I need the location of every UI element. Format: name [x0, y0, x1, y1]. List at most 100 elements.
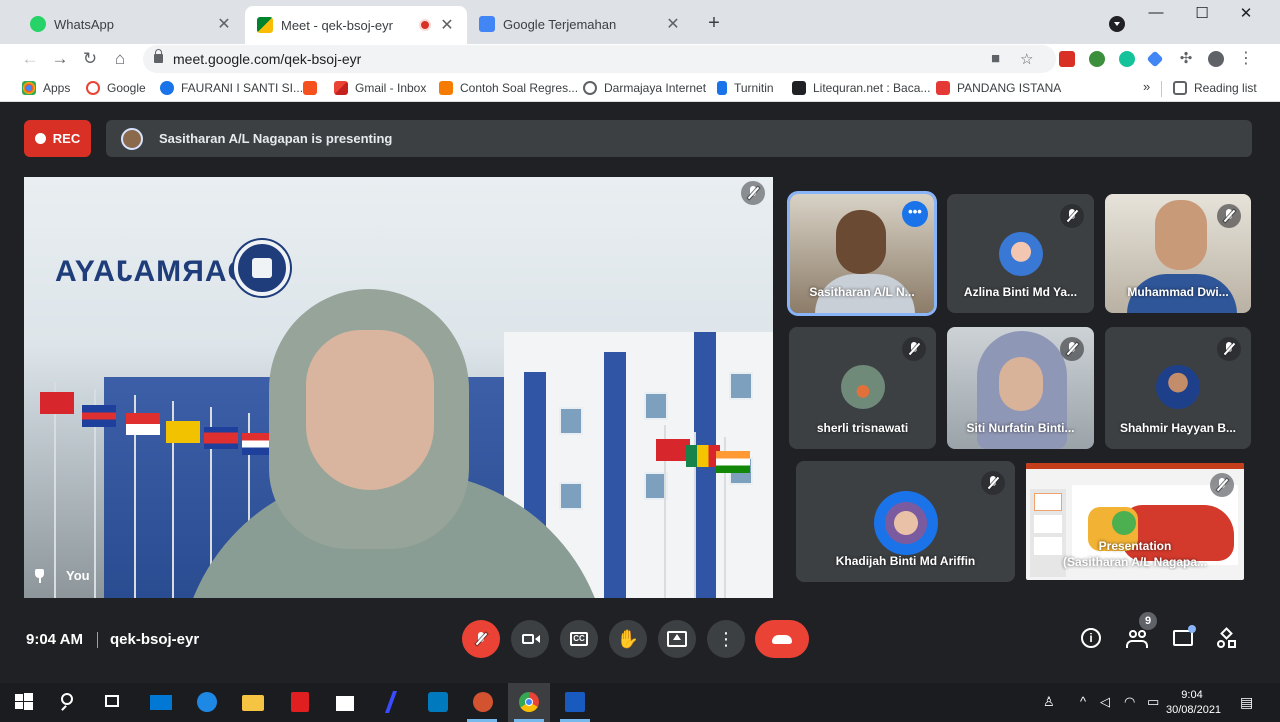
camera-icon[interactable]: ■ — [991, 50, 1000, 67]
divider — [1161, 81, 1162, 97]
puzzle-extensions-icon[interactable]: ✣ — [1174, 47, 1198, 71]
mic-off-icon — [902, 337, 926, 361]
pin-icon[interactable] — [34, 568, 45, 583]
self-video-tile[interactable]: DARMAJAYA — [24, 177, 773, 598]
system-clock[interactable]: 9:04 30/08/2021 — [1166, 688, 1221, 718]
mail-icon[interactable] — [150, 691, 172, 713]
camera-toggle-button[interactable] — [511, 620, 549, 658]
chevron-up-icon[interactable]: ^ — [1080, 694, 1086, 709]
close-tab-icon[interactable]: ✕ — [439, 15, 455, 35]
tab-google-translate[interactable]: Google Terjemahan ✕ — [467, 8, 693, 40]
search-icon[interactable] — [58, 691, 80, 713]
volume-icon[interactable]: ◁ — [1100, 694, 1110, 710]
presentation-tile[interactable]: Presentation (Sasitharan A/L Nagapa... — [1026, 463, 1244, 580]
mic-off-icon — [1210, 473, 1234, 497]
word-icon[interactable] — [564, 691, 586, 713]
people-tray-icon[interactable]: ♙ — [1043, 694, 1055, 710]
participant-avatar — [873, 491, 938, 555]
more-options-icon[interactable]: ••• — [902, 201, 928, 227]
url-text: meet.google.com/qek-bsoj-eyr — [173, 51, 362, 67]
participant-tile[interactable]: Khadijah Binti Md Ariffin — [796, 461, 1015, 582]
bookmark-faurani[interactable]: FAURANI I SANTI SI... — [160, 80, 303, 96]
participant-face — [1155, 200, 1207, 270]
reading-list-button[interactable]: Reading list — [1173, 80, 1257, 96]
whatsapp-icon — [30, 16, 46, 32]
new-tab-button[interactable]: + — [702, 12, 726, 35]
more-vert-icon: ⋮ — [717, 629, 735, 649]
reload-icon[interactable]: ↻ — [78, 47, 102, 71]
extension-icon[interactable] — [1059, 51, 1075, 67]
participant-tile[interactable]: ••• Sasitharan A/L N... — [790, 194, 934, 313]
more-options-button[interactable]: ⋮ — [707, 620, 745, 658]
darmajaya-logo: DARMAJAYA — [54, 237, 294, 307]
bookmark-litequran[interactable]: Litequran.net : Baca... — [792, 80, 930, 96]
bookmark-gmail[interactable]: Gmail - Inbox — [334, 80, 426, 96]
participant-tile[interactable]: Shahmir Hayyan B... — [1105, 327, 1251, 449]
participant-avatar — [998, 232, 1043, 276]
participant-tile[interactable]: Siti Nurfatin Binti... — [947, 327, 1094, 449]
edge-icon[interactable] — [196, 691, 218, 713]
minimize-button[interactable]: — — [1133, 4, 1179, 21]
participant-tile[interactable]: Azlina Binti Md Ya... — [947, 194, 1094, 313]
bookmark-darmajaya[interactable]: Darmajaya Internet — [583, 80, 706, 96]
meeting-details-button[interactable]: i — [1081, 628, 1103, 650]
menu-kebab-icon[interactable]: ⋮ — [1234, 47, 1258, 71]
activities-button[interactable] — [1216, 627, 1238, 650]
reading-list-icon — [1173, 81, 1187, 95]
mic-off-icon — [1217, 337, 1241, 361]
grammarly-icon[interactable] — [1119, 51, 1135, 67]
leave-call-button[interactable] — [755, 620, 809, 658]
mic-off-icon — [1060, 204, 1084, 228]
presenter-avatar — [121, 127, 143, 150]
tab-search-icon[interactable] — [1109, 16, 1125, 32]
profile-avatar-icon[interactable] — [1208, 51, 1224, 67]
close-window-button[interactable]: ✕ — [1223, 4, 1269, 22]
chrome-icon[interactable] — [518, 691, 540, 713]
powerpoint-icon[interactable] — [472, 691, 494, 713]
bookmark-pandang-istana[interactable]: PANDANG ISTANA — [936, 80, 1061, 96]
bookmarks-overflow-button[interactable]: » — [1143, 79, 1150, 94]
maximize-button[interactable]: ☐ — [1179, 4, 1225, 22]
file-explorer-icon[interactable] — [242, 691, 264, 713]
app-icon[interactable] — [381, 691, 403, 713]
participant-face — [306, 330, 434, 490]
windows-start-icon[interactable] — [13, 691, 35, 713]
forward-arrow-icon[interactable]: → — [48, 47, 72, 71]
battery-icon[interactable]: ▭ — [1147, 694, 1159, 710]
notification-icon[interactable]: ▤ — [1240, 694, 1253, 711]
hand-icon: ✋ — [616, 629, 640, 649]
close-tab-icon[interactable]: ✕ — [216, 14, 232, 34]
extension-icon[interactable] — [1089, 51, 1105, 67]
mic-off-icon — [981, 471, 1005, 495]
bookmark-sjr[interactable] — [303, 80, 324, 96]
home-icon[interactable]: ⌂ — [108, 47, 132, 71]
store-icon[interactable] — [334, 691, 356, 713]
address-bar[interactable]: meet.google.com/qek-bsoj-eyr ■ ☆ — [143, 45, 1056, 73]
wifi-icon[interactable]: ◠ — [1124, 694, 1135, 710]
bookmark-turnitin[interactable]: Turnitin — [717, 80, 774, 96]
close-tab-icon[interactable]: ✕ — [665, 14, 681, 34]
recording-badge[interactable]: REC — [24, 120, 91, 157]
task-view-icon[interactable] — [102, 691, 124, 713]
site-icon — [160, 81, 174, 95]
back-arrow-icon[interactable]: ← — [18, 47, 42, 71]
bookmark-contoh-soal[interactable]: Contoh Soal Regres... — [439, 80, 578, 96]
tab-whatsapp[interactable]: WhatsApp ✕ — [18, 8, 244, 40]
tab-meet[interactable]: Meet - qek-bsoj-eyr ✕ — [245, 6, 467, 44]
people-button[interactable] — [1126, 628, 1148, 650]
bookmark-apps[interactable]: Apps — [22, 80, 70, 96]
meeting-clock: 9:04 AM — [26, 631, 83, 648]
present-now-button[interactable] — [658, 620, 696, 658]
trello-icon[interactable] — [427, 691, 449, 713]
acrobat-icon[interactable] — [289, 691, 311, 713]
captions-button[interactable]: CC — [560, 620, 598, 658]
participant-tile[interactable]: sherli trisnawati — [789, 327, 936, 449]
bookmark-star-icon[interactable]: ☆ — [1020, 50, 1033, 68]
chat-button[interactable] — [1172, 625, 1196, 650]
raise-hand-button[interactable]: ✋ — [609, 620, 647, 658]
bookmark-google[interactable]: Google — [86, 80, 146, 96]
microphone-toggle-button[interactable] — [462, 620, 500, 658]
participant-tile[interactable]: Muhammad Dwi... — [1105, 194, 1251, 313]
extension-icon[interactable] — [1146, 50, 1164, 68]
darmajaya-seal-icon — [234, 240, 290, 296]
